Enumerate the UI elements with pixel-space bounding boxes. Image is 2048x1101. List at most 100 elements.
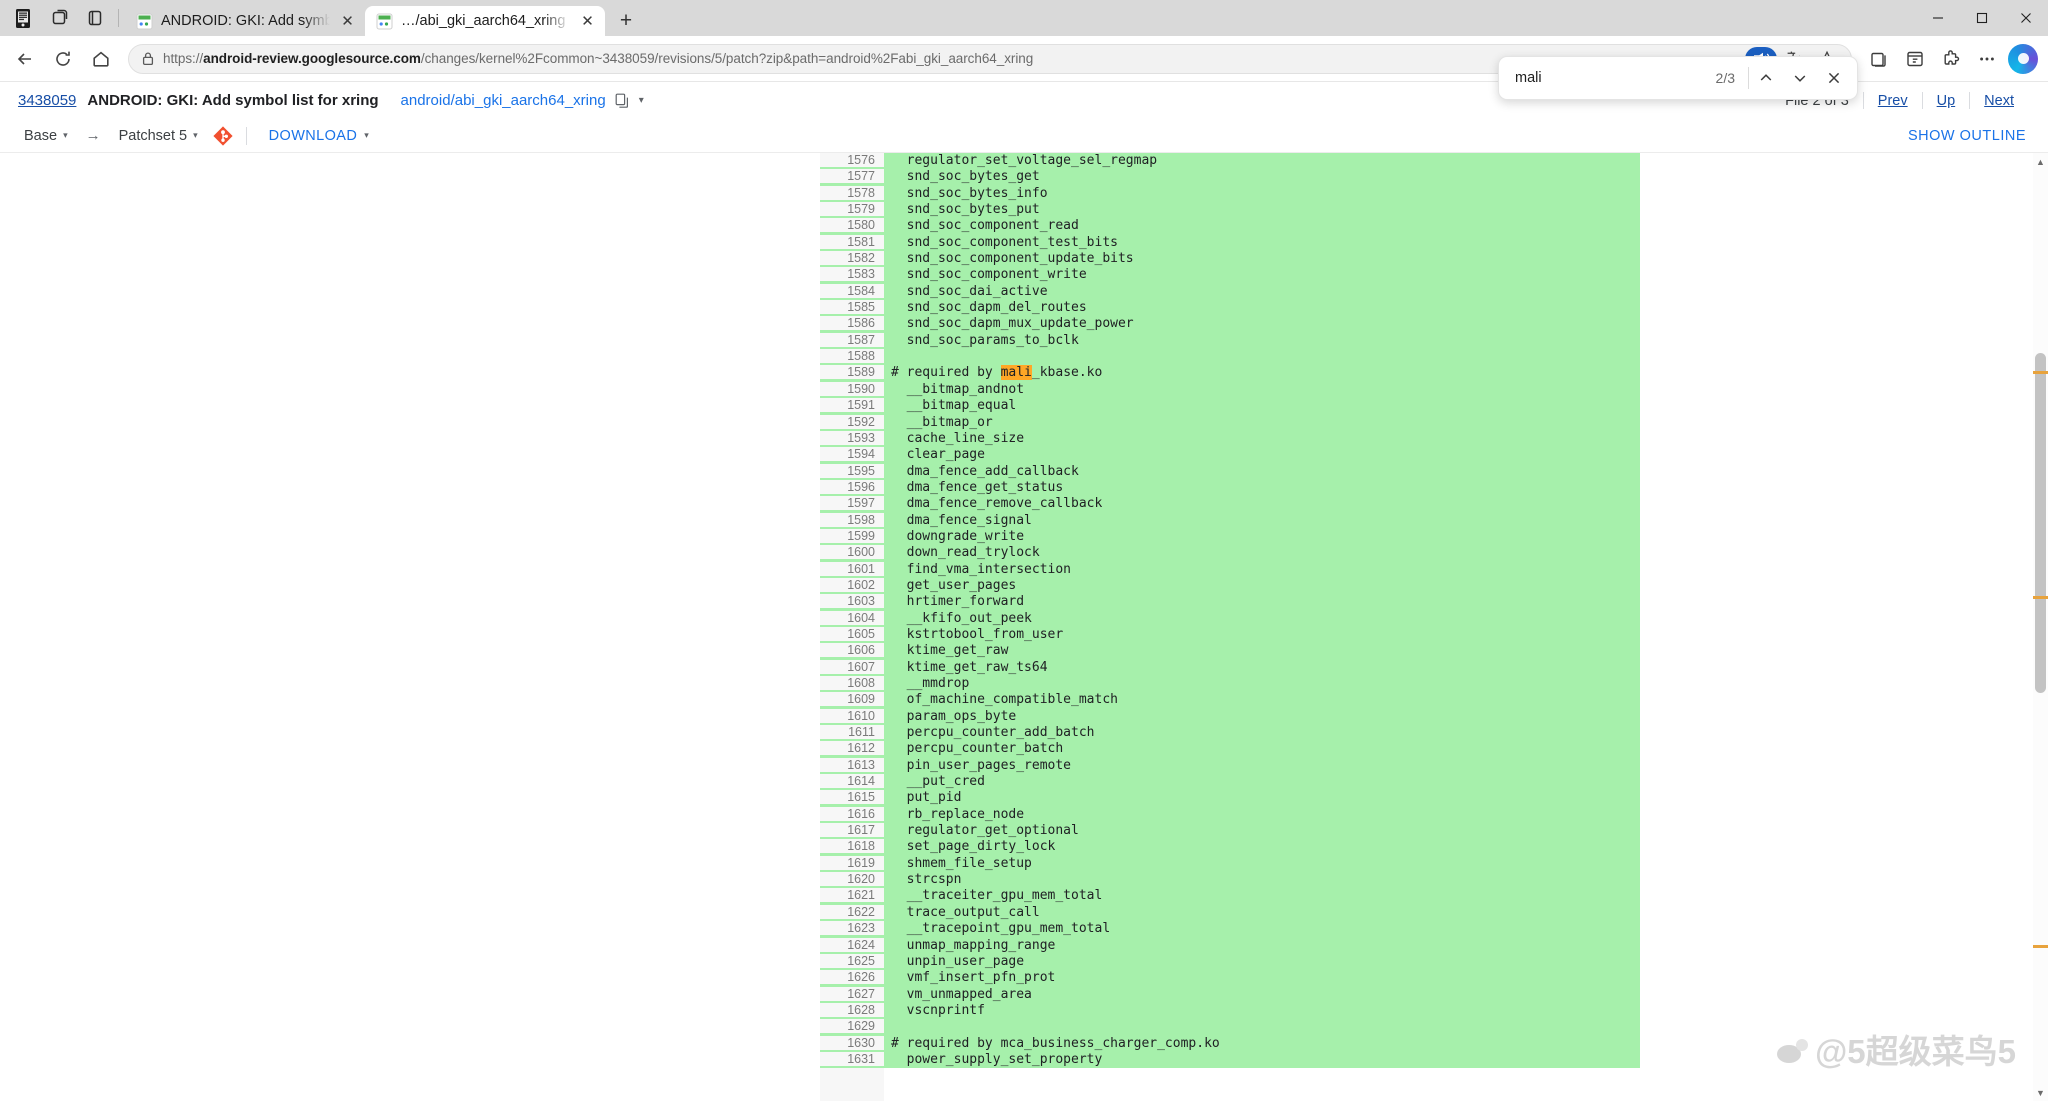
find-match-counter: 2/3 [1716,70,1748,86]
window-left-icons [6,0,116,36]
find-next-button[interactable] [1783,61,1817,95]
code-line: 1584 snd_soc_dai_active [820,284,1640,300]
code-line-text: cache_line_size [884,431,1024,446]
line-number: 1576 [820,153,884,167]
find-input[interactable] [1515,70,1716,86]
code-line-text: rb_replace_node [884,807,1024,822]
code-line-text: shmem_file_setup [884,856,1032,871]
prev-file-link[interactable]: Prev [1864,93,1922,109]
copilot-icon[interactable] [2006,42,2040,76]
code-line-text: snd_soc_params_to_bclk [884,333,1079,348]
line-number: 1587 [820,333,884,347]
scroll-down-arrow-icon[interactable]: ▼ [2034,1086,2047,1099]
code-line-text: __traceiter_gpu_mem_total [884,888,1102,903]
line-number: 1580 [820,218,884,232]
up-file-link[interactable]: Up [1923,93,1970,109]
browser-tab-1[interactable]: ANDROID: GKI: Add symbol list for xring … [125,6,365,36]
code-line-text: snd_soc_bytes_put [884,202,1040,217]
extensions-icon[interactable] [1934,42,1968,76]
line-number: 1622 [820,905,884,919]
find-in-page-bar: 2/3 [1498,56,1858,100]
target-patchset-dropdown[interactable]: Patchset 5 ▾ [109,128,208,144]
line-number: 1592 [820,415,884,429]
code-line: 1600 down_read_trylock [820,545,1640,561]
line-number: 1617 [820,823,884,837]
code-line-text: downgrade_write [884,529,1024,544]
download-label: DOWNLOAD [269,128,358,144]
patchset-toolbar: Base ▾ → Patchset 5 ▾ DOWNLOAD ▾ SHOW OU… [0,119,2048,153]
code-line-text: pin_user_pages_remote [884,758,1071,773]
maximize-button[interactable] [1960,0,2004,36]
find-close-button[interactable] [1817,61,1851,95]
url-host: android-review.googlesource.com [203,51,421,66]
reload-icon[interactable] [46,42,80,76]
copy-icon[interactable] [615,93,630,109]
code-line: 1591 __bitmap_equal [820,398,1640,414]
browser-tab-2-close-icon[interactable]: ✕ [578,12,597,31]
app-logo-icon [12,7,34,29]
code-line: 1593 cache_line_size [820,431,1640,447]
code-line: 1603 hrtimer_forward [820,594,1640,610]
minimize-button[interactable] [1916,0,1960,36]
code-line: 1579 snd_soc_bytes_put [820,202,1640,218]
base-patchset-dropdown[interactable]: Base ▾ [14,128,78,144]
code-line: 1619 shmem_file_setup [820,856,1640,872]
code-line: 1590 __bitmap_andnot [820,382,1640,398]
vertical-scrollbar[interactable]: ▲ ▼ [2033,153,2048,1101]
workspaces-icon[interactable] [48,7,70,29]
chevron-down-icon[interactable]: ▾ [639,95,644,106]
line-number: 1606 [820,643,884,657]
window-controls [1916,0,2048,36]
code-line: 1602 get_user_pages [820,578,1640,594]
browser-tab-2[interactable]: …/abi_gki_aarch64_xring · Gerrit Code Re… [365,6,605,36]
download-dropdown[interactable]: DOWNLOAD ▾ [259,128,380,144]
code-line-text: ktime_get_raw_ts64 [884,660,1048,675]
code-line: 1576 regulator_set_voltage_sel_regmap [820,153,1640,169]
home-icon[interactable] [84,42,118,76]
code-line: 1613 pin_user_pages_remote [820,758,1640,774]
code-line-text: __mmdrop [884,676,969,691]
scrollbar-thumb[interactable] [2035,353,2046,693]
line-number: 1630 [820,1036,884,1050]
browser-tab-1-close-icon[interactable]: ✕ [338,12,357,31]
code-line: 1599 downgrade_write [820,529,1640,545]
find-match-marker [2033,945,2048,948]
code-line: 1611 percpu_counter_add_batch [820,725,1640,741]
change-subject: ANDROID: GKI: Add symbol list for xring [87,92,378,109]
code-line: 1614 __put_cred [820,774,1640,790]
chevron-down-icon: ▾ [364,130,369,141]
more-options-icon[interactable] [1970,42,2004,76]
find-previous-button[interactable] [1749,61,1783,95]
back-arrow-icon[interactable] [8,42,42,76]
collections-icon[interactable] [1862,42,1896,76]
code-line: 1595 dma_fence_add_callback [820,464,1640,480]
scroll-up-arrow-icon[interactable]: ▲ [2034,155,2047,168]
code-line-text: vm_unmapped_area [884,987,1032,1002]
divider [246,127,247,145]
browser-tab-2-title: …/abi_gki_aarch64_xring · Gerrit Code Re… [401,13,570,29]
diff-scroll-container: 1576 regulator_set_voltage_sel_regmap157… [0,153,2048,1101]
line-number: 1616 [820,807,884,821]
line-number: 1582 [820,251,884,265]
code-line-text: snd_soc_dapm_mux_update_power [884,316,1134,331]
code-line: 1585 snd_soc_dapm_del_routes [820,300,1640,316]
next-file-link[interactable]: Next [1970,93,2028,109]
code-line: 1617 regulator_get_optional [820,823,1640,839]
tab-actions-icon[interactable] [84,7,106,29]
new-tab-button[interactable]: + [611,6,641,36]
show-outline-button[interactable]: SHOW OUTLINE [1908,128,2026,144]
favorites-bar-icon[interactable] [1898,42,1932,76]
file-path-link[interactable]: android/abi_gki_aarch64_xring [401,92,606,109]
code-line-text: # required by mali_kbase.ko [884,365,1102,380]
change-number-link[interactable]: 3438059 [18,92,76,109]
diff-viewer: 1576 regulator_set_voltage_sel_regmap157… [0,153,2048,1101]
line-number: 1590 [820,382,884,396]
code-line-text: __bitmap_or [884,415,993,430]
code-line: 1607 ktime_get_raw_ts64 [820,660,1640,676]
close-window-button[interactable] [2004,0,2048,36]
code-line-text: set_page_dirty_lock [884,839,1055,854]
line-number: 1628 [820,1003,884,1017]
line-number: 1579 [820,202,884,216]
lock-icon [141,51,155,66]
code-line-text: dma_fence_add_callback [884,464,1079,479]
